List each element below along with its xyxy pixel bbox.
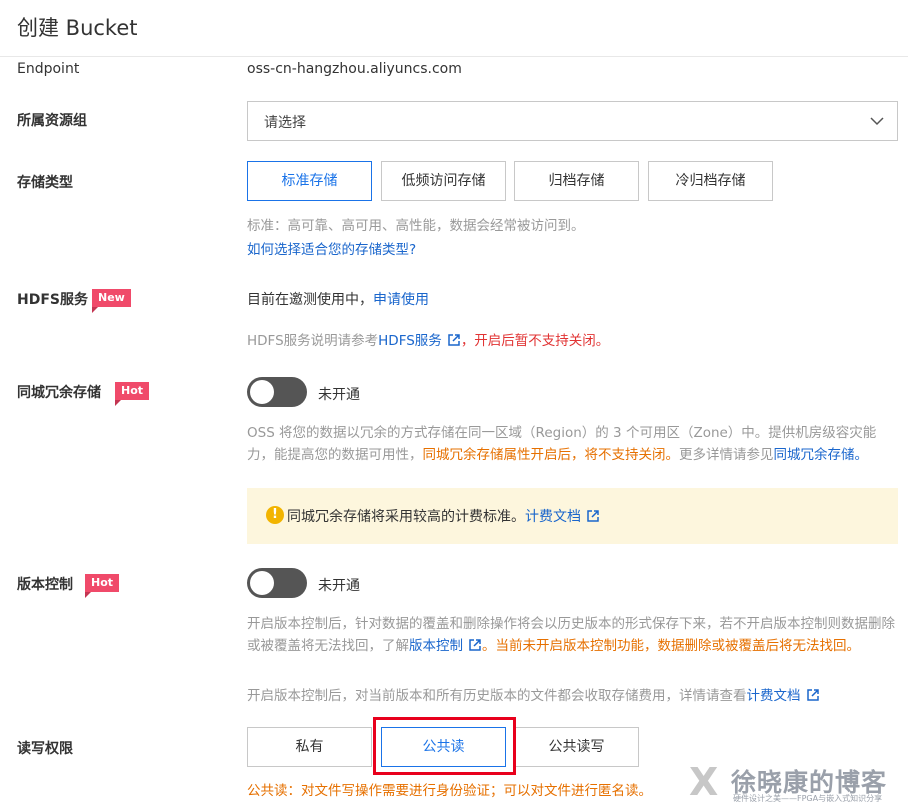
versioning-label: 版本控制 [17, 577, 73, 593]
resource-group-select[interactable]: 请选择 [247, 101, 898, 141]
storage-class-label: 存储类型 [17, 175, 73, 191]
versioning-doc-link[interactable]: 版本控制 [409, 638, 463, 654]
acl-warning: 公共读：对文件写操作需要进行身份验证；可以对文件进行匿名读。 [247, 783, 652, 799]
zone-redundancy-toggle[interactable] [247, 377, 307, 407]
hdfs-status: 目前在邀测使用中，申请使用 [247, 289, 429, 309]
notice-message: 同城冗余存储将采用较高的计费标准。 [287, 509, 525, 525]
toggle-knob [250, 380, 274, 404]
hdfs-note: HDFS服务说明请参考HDFS服务 ，开启后暂不支持关闭。 [247, 329, 609, 349]
acl-option-public-read-write[interactable]: 公共读写 [514, 727, 639, 767]
storage-option-archive[interactable]: 归档存储 [514, 161, 639, 201]
new-badge: New [92, 289, 131, 313]
versioning-desc-warning: 。当前未开启版本控制功能，数据删除或被覆盖后将无法找回。 [482, 638, 860, 654]
zone-redundancy-label: 同城冗余存储 [17, 385, 101, 401]
versioning-toggle[interactable] [247, 568, 307, 598]
hdfs-note-prefix: HDFS服务说明请参考 [247, 333, 379, 349]
acl-label: 读写权限 [17, 741, 73, 757]
resource-group-label: 所属资源组 [17, 113, 87, 129]
versioning-state: 未开通 [318, 578, 360, 594]
hot-badge: Hot [85, 574, 120, 598]
blog-watermark: X 徐晓康的博客 硬件设计之美——FPGA与嵌入式知识分享 [683, 760, 908, 807]
resource-group-placeholder: 请选择 [264, 115, 306, 131]
watermark-logo-icon: X [689, 760, 719, 804]
dialog-title: 创建 Bucket [17, 16, 138, 40]
hdfs-note-warning: ，开启后暂不支持关闭。 [460, 333, 610, 349]
watermark-subtitle: 硬件设计之美——FPGA与嵌入式知识分享 [733, 794, 883, 803]
warning-icon: ! [266, 506, 284, 524]
zone-redundancy-state: 未开通 [318, 387, 360, 403]
storage-class-description: 标准：高可靠、高可用、高性能，数据会经常被访问到。 [247, 218, 585, 234]
hdfs-apply-link[interactable]: 申请使用 [373, 292, 429, 308]
billing-notice: ! 同城冗余存储将采用较高的计费标准。计费文档 [247, 488, 898, 544]
zone-redundancy-description: OSS 将您的数据以冗余的方式存储在同一区域（Region）的 3 个可用区（Z… [247, 422, 899, 466]
hot-badge: Hot [115, 382, 150, 406]
versioning-billing-note: 开启版本控制后，对当前版本和所有历史版本的文件都会收取存储费用，详情请查看计费文… [247, 684, 820, 704]
external-link-icon[interactable] [447, 333, 461, 347]
storage-class-help-link[interactable]: 如何选择适合您的存储类型? [247, 238, 416, 258]
acl-option-private[interactable]: 私有 [247, 727, 372, 767]
versioning-billing-link[interactable]: 计费文档 [747, 688, 801, 704]
storage-option-standard[interactable]: 标准存储 [247, 161, 372, 201]
billing-doc-link[interactable]: 计费文档 [525, 509, 581, 525]
hdfs-label: HDFS服务 [17, 292, 88, 308]
endpoint-label: Endpoint [17, 61, 80, 77]
storage-option-cold-archive[interactable]: 冷归档存储 [648, 161, 773, 201]
billing-notice-text: 同城冗余存储将采用较高的计费标准。计费文档 [287, 506, 600, 526]
zone-desc-more: 更多详情请参见 [679, 447, 774, 463]
hdfs-doc-link[interactable]: HDFS服务 [378, 333, 442, 349]
versioning-billing-text: 开启版本控制后，对当前版本和所有历史版本的文件都会收取存储费用，详情请查看 [247, 688, 747, 704]
dialog-header: 创建 Bucket [0, 0, 908, 57]
storage-option-ia[interactable]: 低频访问存储 [381, 161, 506, 201]
external-link-icon[interactable] [468, 638, 482, 652]
hdfs-status-text: 目前在邀测使用中， [247, 292, 373, 308]
external-link-icon[interactable] [806, 688, 820, 702]
chevron-down-icon [870, 117, 884, 126]
toggle-knob [250, 571, 274, 595]
versioning-description: 开启版本控制后，针对数据的覆盖和删除操作将会以历史版本的形式保存下来，若不开启版… [247, 613, 899, 657]
endpoint-value: oss-cn-hangzhou.aliyuncs.com [247, 61, 462, 77]
zone-desc-warning: 同城冗余存储属性开启后，将不支持关闭。 [422, 447, 680, 463]
zone-redundancy-doc-link[interactable]: 同城冗余存储。 [774, 447, 869, 463]
external-link-icon[interactable] [586, 509, 600, 523]
highlight-box [373, 717, 516, 775]
